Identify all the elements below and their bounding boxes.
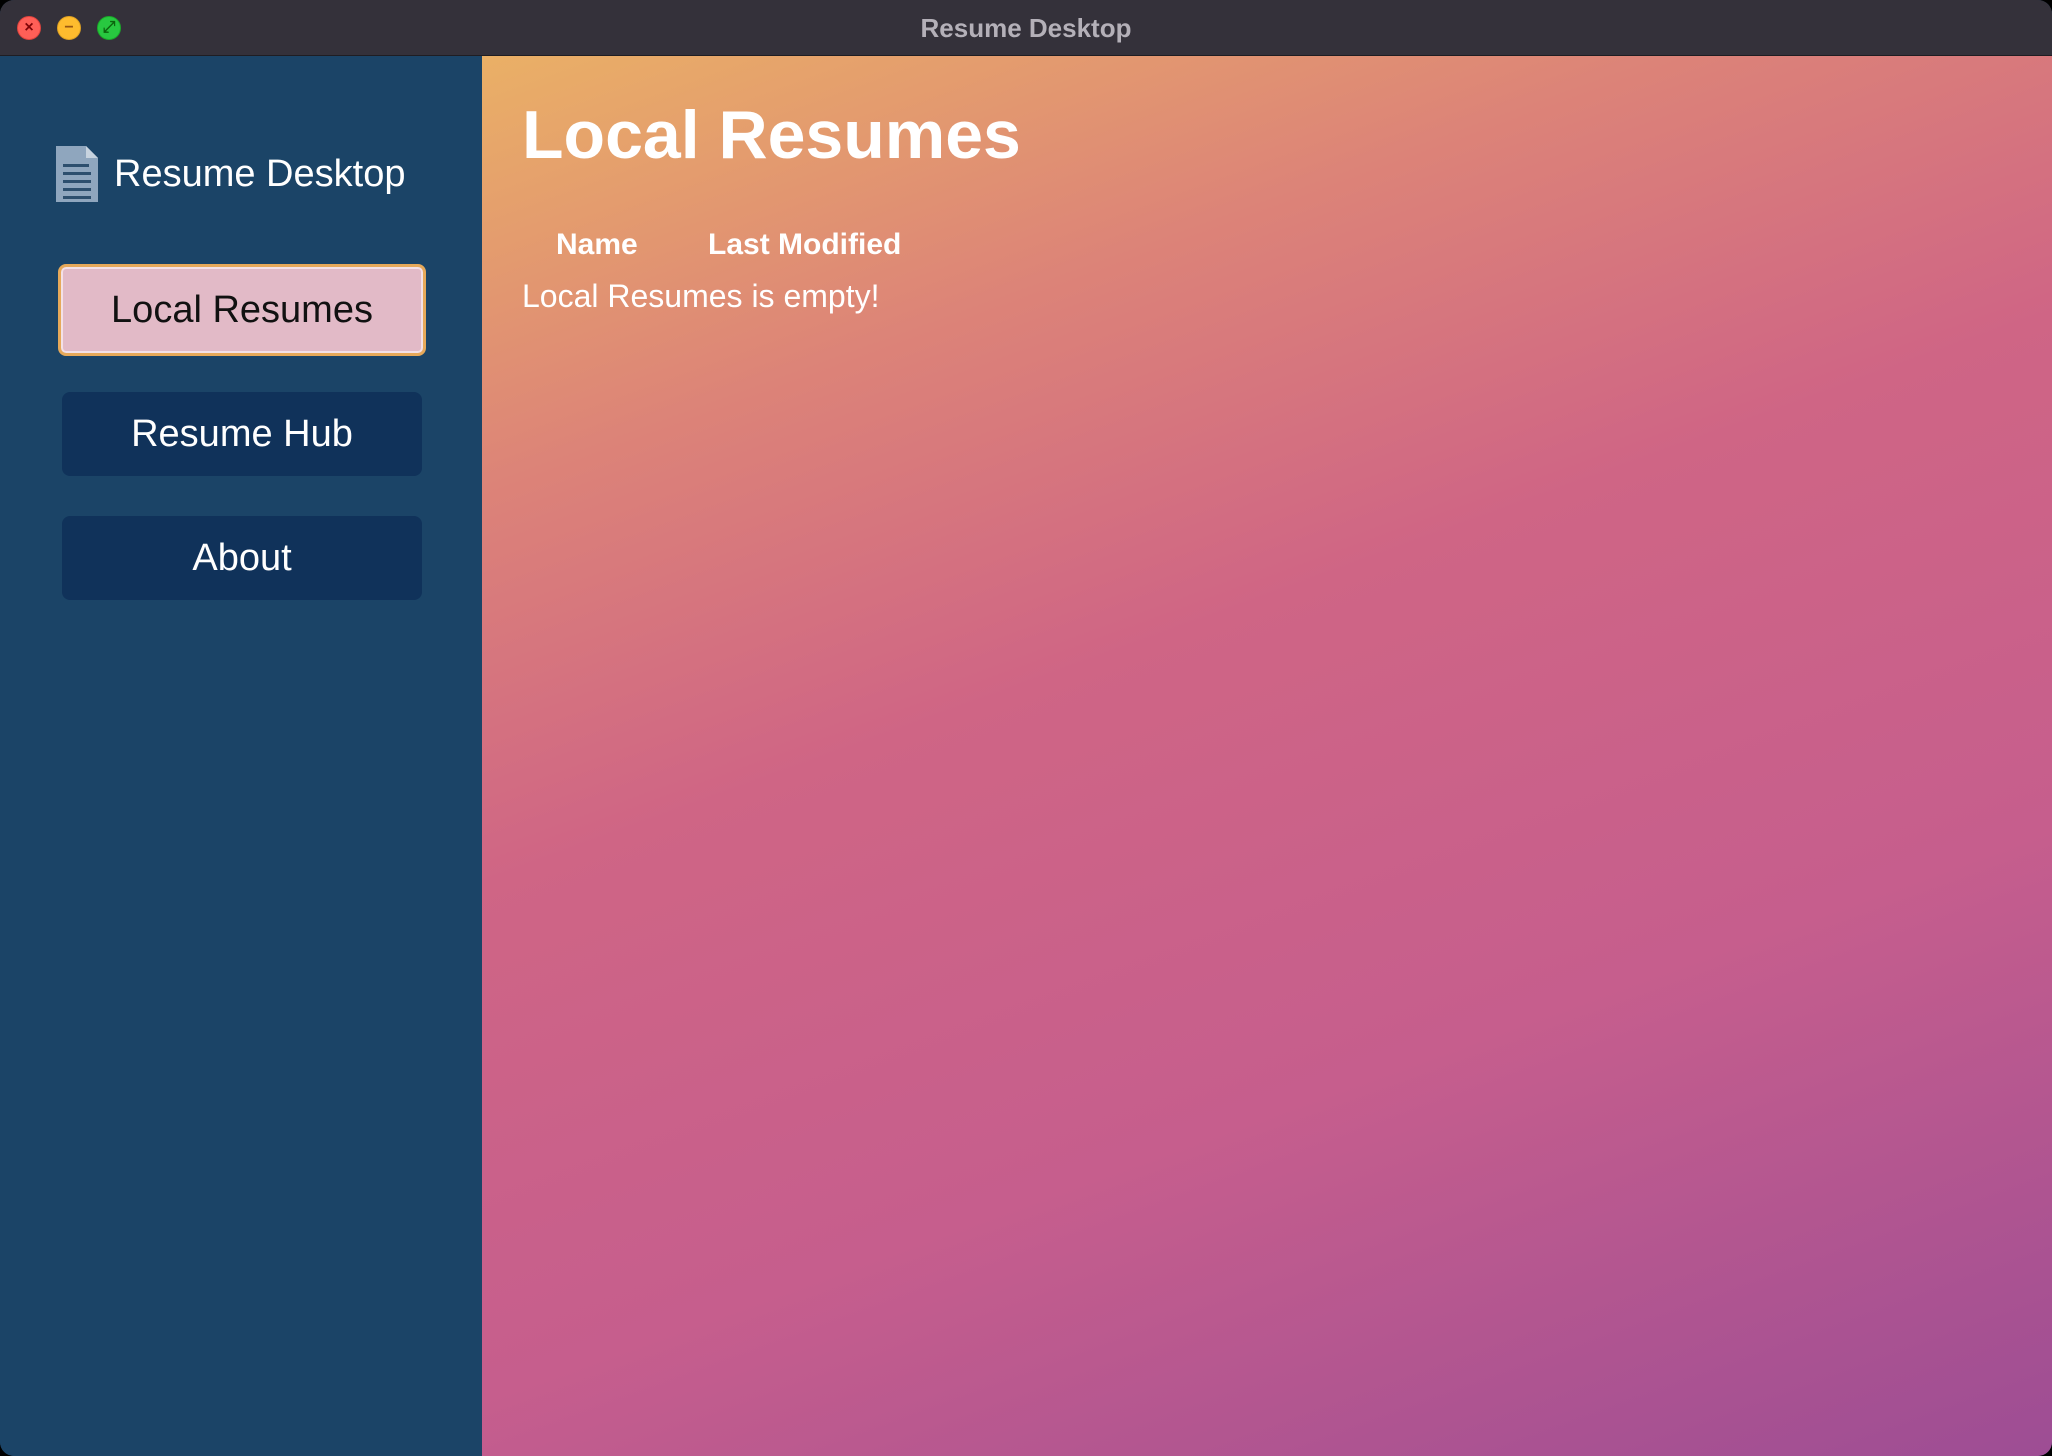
resume-hub-button[interactable]: Resume Hub [62,392,422,476]
brand-label: Resume Desktop [114,152,406,195]
nav-label: Resume Hub [131,412,353,455]
empty-state-message: Local Resumes is empty! [522,278,880,314]
column-header-last-modified[interactable]: Last Modified [708,228,901,262]
sidebar-brand: Resume Desktop [54,142,405,206]
title-bar[interactable]: × − ⤢ Resume Desktop [0,0,2052,56]
nav-label: Local Resumes [111,288,373,331]
local-resumes-button[interactable]: Local Resumes [58,264,426,356]
sidebar: Resume Desktop Local Resumes Resume Hub … [0,56,482,1456]
main-content: Local Resumes Name Last Modified Local R… [482,56,2052,1456]
nav-label: About [192,536,292,579]
window-title: Resume Desktop [920,13,1132,43]
page-title: Local Resumes [522,97,1021,173]
column-header-name[interactable]: Name [556,228,708,262]
document-icon [56,146,98,202]
table-header: Name Last Modified [556,228,901,262]
app-window: × − ⤢ Resume Desktop Resume Desktop Loca… [0,0,2052,1456]
about-button[interactable]: About [62,516,422,600]
